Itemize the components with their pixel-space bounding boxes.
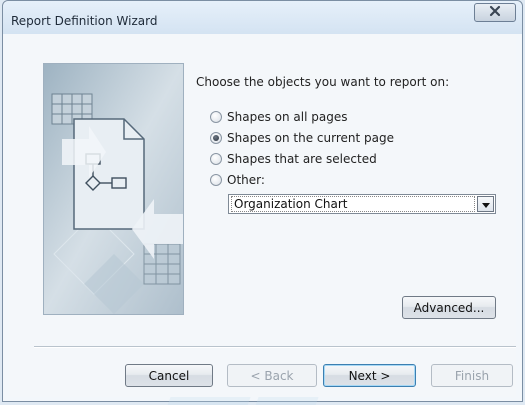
radio-button[interactable] [210, 153, 222, 165]
option-all-pages[interactable]: Shapes on all pages [210, 110, 347, 124]
close-icon [488, 5, 502, 20]
chevron-down-icon [481, 197, 490, 211]
option-selected-shapes[interactable]: Shapes that are selected [210, 152, 377, 166]
other-dropdown[interactable]: Organization Chart [228, 194, 496, 214]
back-button[interactable]: < Back [227, 364, 317, 387]
next-button[interactable]: Next > [323, 364, 416, 387]
window-title: Report Definition Wizard [11, 14, 158, 28]
option-label: Other: [227, 173, 265, 187]
objects-prompt: Choose the objects you want to report on… [196, 75, 450, 89]
option-label: Shapes that are selected [227, 152, 377, 166]
option-current-page[interactable]: Shapes on the current page [210, 131, 394, 145]
close-button[interactable] [474, 3, 516, 22]
radio-button-selected[interactable] [210, 132, 222, 144]
title-bar[interactable]: Report Definition Wizard [3, 1, 522, 34]
advanced-button[interactable]: Advanced... [402, 296, 496, 319]
wizard-body: Choose the objects you want to report on… [9, 34, 516, 397]
option-label: Shapes on the current page [227, 131, 394, 145]
radio-button[interactable] [210, 174, 222, 186]
radio-button[interactable] [210, 111, 222, 123]
dropdown-button[interactable] [477, 196, 494, 212]
other-dropdown-value: Organization Chart [231, 196, 475, 212]
finish-button[interactable]: Finish [431, 364, 513, 387]
wizard-window: Report Definition Wizard Choose the obje… [2, 0, 523, 405]
cancel-button[interactable]: Cancel [125, 364, 213, 387]
option-label: Shapes on all pages [227, 110, 348, 124]
option-other[interactable]: Other: [210, 173, 265, 187]
report-wizard-illustration [43, 63, 184, 315]
divider [34, 346, 516, 348]
